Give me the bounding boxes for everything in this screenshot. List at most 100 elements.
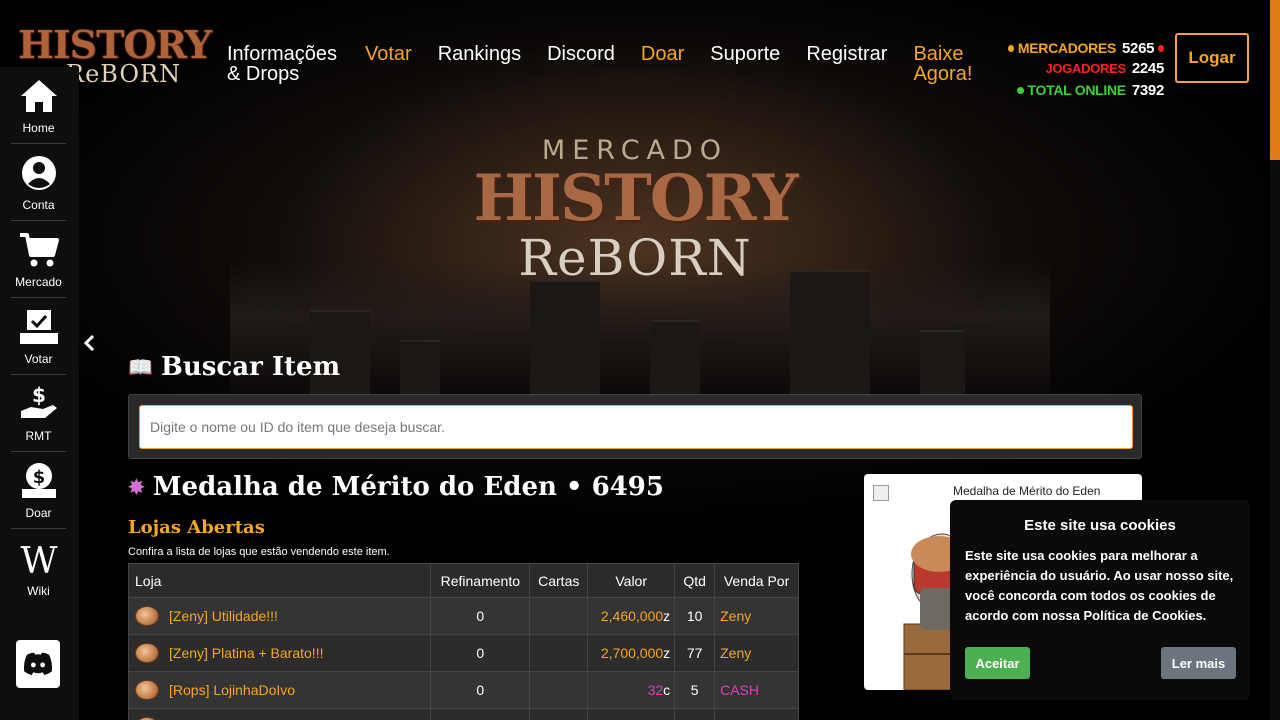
shops-subtitle: Confira a lista de lojas que estão vende… xyxy=(128,546,390,558)
nav-doar[interactable]: Doar xyxy=(641,44,684,84)
sell-currency: CASH xyxy=(714,671,799,709)
nav-suporte[interactable]: Suporte xyxy=(710,44,780,84)
svg-text:W: W xyxy=(20,541,57,578)
col-refinamento[interactable]: Refinamento xyxy=(430,563,531,598)
read-more-button[interactable]: Ler mais xyxy=(1161,647,1236,679)
sidebar-item-mercado[interactable]: Mercado xyxy=(11,221,66,298)
sidebar-item-home[interactable]: Home xyxy=(11,67,66,144)
col-qtd[interactable]: Qtd xyxy=(674,563,716,598)
page-scrollbar-thumb[interactable] xyxy=(1270,0,1280,160)
shop-name[interactable]: [Zeny] Utilidade!!! xyxy=(169,608,278,624)
nav-votar[interactable]: Votar xyxy=(365,44,412,84)
table-row[interactable]: [Zeny] Utilidade!!! 0 2,460,000z 10 Zeny xyxy=(127,597,799,635)
table-row[interactable]: [Zeny] Platina + Barato!!! 0 2,700,000z … xyxy=(127,634,799,672)
sidebar-label: Votar xyxy=(24,352,53,366)
cards-value xyxy=(529,597,589,635)
shops-table-header: Loja Refinamento Cartas Valor Qtd Venda … xyxy=(127,563,799,598)
price-suffix: z xyxy=(663,645,671,661)
item-title: ✸ Medalha de Mérito do Eden • 6495 xyxy=(128,472,664,502)
col-cartas[interactable]: Cartas xyxy=(529,563,589,598)
price-amount: 2,700,000 xyxy=(600,645,664,661)
sidebar-label: Home xyxy=(22,121,55,135)
shops-table: Loja Refinamento Cartas Valor Qtd Venda … xyxy=(127,563,799,720)
bread-item-icon xyxy=(135,680,159,700)
nav-informacoes[interactable]: Informações & Drops xyxy=(227,44,339,84)
search-box xyxy=(128,394,1142,459)
svg-text:$: $ xyxy=(32,467,45,488)
logo-history-text: HISTORY xyxy=(18,22,212,67)
discord-button[interactable] xyxy=(16,640,60,688)
search-title-text: Buscar Item xyxy=(160,352,341,382)
book-icon: 📖 xyxy=(128,355,153,379)
nav-rankings[interactable]: Rankings xyxy=(438,44,521,84)
logo-reborn-text: ReBORN xyxy=(66,60,182,88)
cookie-title: Este site usa cookies xyxy=(1024,517,1176,534)
nav-discord[interactable]: Discord xyxy=(547,44,615,84)
col-loja[interactable]: Loja xyxy=(127,563,432,598)
item-card-title: Medalha de Mérito do Eden xyxy=(953,484,1101,498)
refine-value: 0 xyxy=(430,597,531,635)
nav-baixe-agora[interactable]: Baixe Agora! xyxy=(913,44,973,84)
cards-value xyxy=(529,634,589,672)
price-suffix: c xyxy=(663,682,671,698)
shops-title: Lojas Abertas xyxy=(128,517,265,538)
bread-item-icon xyxy=(135,606,159,626)
price-amount: 32 xyxy=(647,682,664,698)
sidebar: Home Conta Mercado Votar $ RMT $ Doar W … xyxy=(0,67,79,720)
sidebar-label: RMT xyxy=(25,429,52,443)
online-stats: MERCADORES 5265 JOGADORES 2245 TOTAL ONL… xyxy=(1004,38,1164,100)
sidebar-label: Conta xyxy=(22,198,55,212)
medal-item-icon: ✸ xyxy=(128,475,145,499)
price-amount: 2,460,000 xyxy=(600,608,664,624)
item-title-text: Medalha de Mérito do Eden • 6495 xyxy=(152,472,664,502)
sidebar-item-rmt[interactable]: $ RMT xyxy=(11,375,66,452)
qty-value: 10 xyxy=(674,597,716,635)
bread-item-icon xyxy=(135,643,159,663)
cookie-text: Este site usa cookies para melhorar a ex… xyxy=(965,548,1234,623)
refine-value: 0 xyxy=(430,634,531,672)
login-button[interactable]: Logar xyxy=(1175,33,1249,83)
hero-reborn-text: ReBORN xyxy=(518,229,752,287)
price-value: 32c xyxy=(587,671,676,709)
jogadores-dot-icon xyxy=(1158,44,1164,52)
total-online-value: 7392 xyxy=(1131,81,1164,99)
cookie-consent-banner: Este site usa cookies Este site usa cook… xyxy=(950,500,1250,700)
stat-total-online: TOTAL ONLINE 7392 xyxy=(1004,80,1164,100)
search-section-title: 📖 Buscar Item xyxy=(128,352,340,382)
col-venda-por[interactable]: Venda Por xyxy=(714,563,799,598)
sidebar-collapse-chevron-left-icon[interactable] xyxy=(82,333,98,353)
cards-value xyxy=(529,671,589,709)
header: HISTORY ReBORN Informações & Drops Votar… xyxy=(0,0,1270,110)
shop-name[interactable]: [Zeny] Platina + Barato!!! xyxy=(169,645,323,661)
price-value: 2,460,000z xyxy=(587,597,676,635)
sidebar-item-doar[interactable]: $ Doar xyxy=(11,452,66,529)
price-suffix: z xyxy=(663,608,671,624)
sidebar-item-wiki[interactable]: W Wiki xyxy=(11,529,66,606)
discord-icon xyxy=(23,652,53,676)
sidebar-label: Mercado xyxy=(15,275,62,289)
table-row[interactable]: [Rops] LojinhaDoIvo 0 32c 5 CASH xyxy=(127,671,799,709)
accept-cookies-button[interactable]: Aceitar xyxy=(965,647,1030,679)
stat-jogadores: JOGADORES 2245 xyxy=(1004,58,1164,78)
item-search-input[interactable] xyxy=(139,405,1133,449)
user-icon xyxy=(21,156,56,190)
col-valor[interactable]: Valor xyxy=(587,563,676,598)
qty-value: 5 xyxy=(674,671,716,709)
jogadores-label: JOGADORES xyxy=(1045,60,1126,76)
sidebar-label: Doar xyxy=(25,506,52,520)
table-row[interactable] xyxy=(127,708,799,720)
cart-icon xyxy=(19,233,59,267)
hero-history-text: HISTORY xyxy=(473,161,799,236)
donate-icon: $ xyxy=(21,463,56,498)
home-icon xyxy=(20,80,57,112)
nav-registrar[interactable]: Registrar xyxy=(806,44,887,84)
jogadores-value: 2245 xyxy=(1131,59,1164,77)
sidebar-item-conta[interactable]: Conta xyxy=(11,144,66,221)
stat-mercadores: MERCADORES 5265 xyxy=(1004,38,1164,58)
mercadores-label: MERCADORES xyxy=(1017,40,1116,56)
shop-name[interactable]: [Rops] LojinhaDoIvo xyxy=(169,682,295,698)
mercadores-value: 5265 xyxy=(1121,39,1155,57)
refine-value: 0 xyxy=(430,671,531,709)
total-online-label: TOTAL ONLINE xyxy=(1027,82,1127,98)
sidebar-item-votar[interactable]: Votar xyxy=(11,298,66,375)
